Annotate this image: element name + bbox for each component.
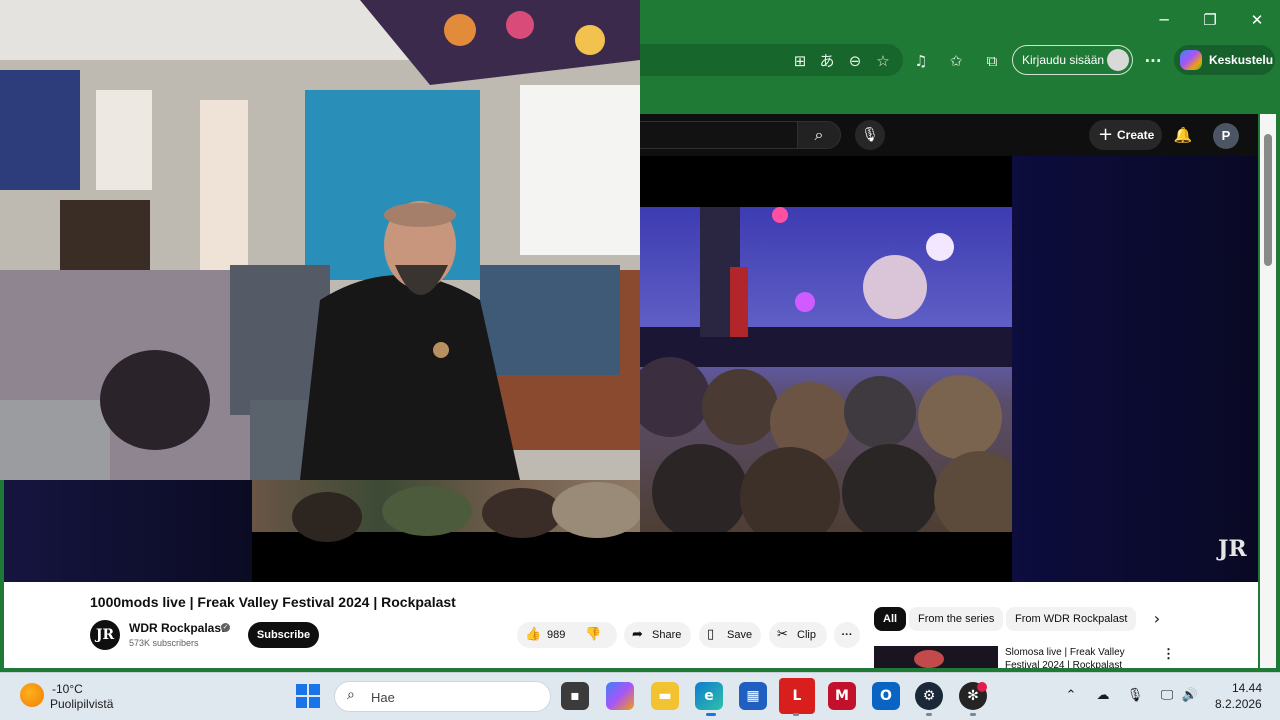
chatgpt-running-indicator [970, 713, 976, 716]
taskbar-search-placeholder: Hae [371, 690, 395, 705]
cloud-sync-icon[interactable]: ☁ [1093, 686, 1113, 706]
scrollbar-thumb[interactable] [1264, 134, 1272, 266]
translate-icon[interactable]: あ [816, 50, 838, 72]
verified-icon: ✓ [221, 623, 230, 632]
dislike-icon[interactable]: 👎 [585, 622, 601, 648]
share-button[interactable]: ➦ Share [624, 622, 691, 648]
chevron-right-icon[interactable]: › [1148, 607, 1166, 631]
minimize-button[interactable]: ─ [1151, 8, 1177, 32]
chip-from-series[interactable]: From the series [909, 607, 1004, 631]
youtube-search-input[interactable] [640, 121, 798, 149]
channel-avatar[interactable]: JR [90, 620, 120, 650]
favorite-star-icon[interactable]: ☆ [872, 50, 894, 72]
microphone-icon[interactable]: 🎙 [1125, 686, 1145, 706]
mcafee-icon[interactable]: M [828, 682, 856, 710]
media-icon[interactable]: ♫ [910, 50, 932, 72]
video-player-background [1012, 156, 1258, 582]
show-hidden-icons-chevron-up-icon[interactable]: ⌃ [1061, 686, 1081, 706]
subscribe-button[interactable]: Subscribe [248, 622, 319, 648]
video-title: 1000mods live | Freak Valley Festival 20… [90, 594, 456, 610]
chip-all[interactable]: All [874, 607, 907, 631]
account-avatar[interactable]: P [1213, 123, 1239, 149]
recommendation-thumbnail[interactable] [874, 646, 998, 668]
file-explorer-icon[interactable]: ▬ [651, 682, 679, 710]
bookmark-icon: ▯ [707, 627, 715, 642]
clip-label: Clip [797, 629, 816, 641]
clock-time[interactable]: 14.44 [1232, 681, 1262, 695]
channel-name[interactable]: WDR Rockpalast [129, 621, 225, 635]
plus-icon: + [1098, 124, 1114, 145]
signin-button[interactable]: Kirjaudu sisään [1012, 45, 1133, 75]
signin-label: Kirjaudu sisään [1022, 53, 1105, 67]
webcam-room-scene [0, 0, 640, 480]
video-player-background [0, 480, 252, 582]
weather-description[interactable]: Puolipilvistä [50, 697, 113, 711]
share-label: Share [652, 629, 682, 641]
lastpass-app-icon[interactable]: L [779, 678, 815, 714]
video-frame[interactable] [640, 207, 1012, 532]
weather-temperature[interactable]: -10°C [52, 682, 83, 696]
steam-running-indicator [926, 713, 932, 716]
recommendation-menu-icon[interactable]: ⋮ [1162, 646, 1175, 662]
chip-from-channel[interactable]: From WDR Rockpalast [1006, 607, 1137, 631]
more-options-button[interactable]: ··· [1142, 50, 1164, 72]
outlook-icon[interactable]: O [872, 682, 900, 710]
copilot-logo-icon [1180, 50, 1202, 70]
subscriber-count: 573K subscribers [129, 638, 199, 648]
webcam-overlay [0, 0, 640, 480]
concert-scene [640, 207, 1012, 532]
microphone-icon[interactable]: 🎙 [855, 120, 885, 150]
zoom-icon[interactable]: ⊖ [844, 50, 866, 72]
network-icon[interactable]: 🖵 [1157, 686, 1177, 706]
edge-browser-icon[interactable]: e [695, 682, 723, 710]
weather-sun-icon[interactable] [20, 683, 44, 707]
collections-icon[interactable]: ⧉ [981, 50, 1003, 72]
search-icon: ⌕ [347, 687, 355, 703]
favorites-icon[interactable]: ✩ [945, 50, 967, 72]
save-label: Save [727, 629, 753, 641]
copilot-app-icon[interactable] [606, 682, 634, 710]
steam-icon[interactable]: ⚙ [915, 682, 943, 710]
clock-date[interactable]: 8.2.2026 [1215, 697, 1262, 711]
volume-icon[interactable]: 🔊 [1180, 686, 1200, 706]
share-icon: ➦ [632, 627, 643, 642]
notifications-bell-icon[interactable]: 🔔 [1170, 122, 1196, 148]
copilot-button[interactable]: Keskustelu [1174, 45, 1275, 75]
profile-avatar-icon [1107, 49, 1129, 71]
clip-button[interactable]: ✂ Clip [769, 622, 827, 648]
like-count: 989 [547, 629, 566, 641]
taskbar-search-input[interactable]: ⌕ Hae [334, 681, 551, 712]
notification-badge [977, 682, 987, 692]
scissors-icon: ✂ [777, 627, 788, 642]
close-button[interactable]: ✕ [1244, 8, 1270, 32]
restore-button[interactable]: ❐ [1197, 8, 1223, 32]
browser-title-bar [640, 0, 1280, 40]
lastpass-running-indicator [793, 713, 799, 716]
save-button[interactable]: ▯ Save [699, 622, 761, 648]
taskbar [0, 672, 1280, 720]
create-button[interactable]: + Create [1089, 120, 1162, 150]
copilot-label: Keskustelu [1209, 53, 1274, 67]
video-frame-lower [252, 480, 642, 542]
like-icon[interactable]: 👍 [525, 622, 541, 648]
like-dislike-group: 👍 989 👎 [517, 622, 617, 648]
window-edge [0, 480, 4, 670]
search-icon[interactable]: ⌕ [797, 121, 841, 149]
more-actions-button[interactable]: ··· [834, 622, 860, 648]
channel-watermark-logo: JR [1218, 536, 1247, 562]
create-label: Create [1117, 128, 1155, 142]
apps-icon[interactable]: ⊞ [789, 50, 811, 72]
windows-start-icon[interactable] [296, 684, 320, 708]
task-view-icon[interactable]: ▪ [561, 682, 589, 710]
recommendation-title[interactable]: Slomosa live | Freak Valley Festival 202… [1005, 646, 1145, 668]
microsoft-store-icon[interactable]: ▦ [739, 682, 767, 710]
edge-running-indicator [706, 713, 716, 716]
